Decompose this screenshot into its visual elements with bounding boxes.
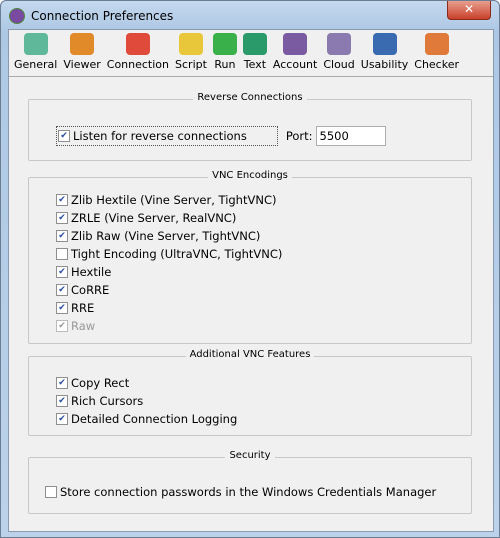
reverse-connections-group: Reverse Connections ✔ Listen for reverse… (28, 92, 472, 161)
toolbar-account[interactable]: Account (270, 30, 320, 76)
play-gear-icon (212, 33, 237, 55)
checkbox-label: Hextile (71, 265, 112, 279)
checkbox-box: ✔ (56, 266, 68, 278)
toolbar: General Viewer Connection Script Run Text Acco… (9, 30, 493, 77)
group-title: VNC Encodings (208, 170, 292, 181)
glasses-icon (70, 33, 95, 55)
checkbox-box: ✔ (56, 212, 68, 224)
checkbox-label: Detailed Connection Logging (71, 412, 238, 426)
toolbar-checker[interactable]: Checker (411, 30, 462, 76)
pencil-gear-icon (178, 33, 203, 55)
preferences-panel: General Viewer Connection Script Run Text Acco… (8, 29, 494, 532)
checkbox-box (45, 486, 57, 498)
user-gear-icon (283, 33, 308, 55)
checkbox-box: ✔ (56, 413, 68, 425)
window: Connection Preferences ✕ General Viewer Co… (0, 0, 500, 538)
checkbox-copy-rect[interactable]: ✔ Copy Rect (56, 374, 237, 392)
port-label: Port: (285, 129, 313, 143)
checkbox-label: Raw (71, 319, 96, 333)
toolbar-text[interactable]: Text (240, 30, 270, 76)
checkbox-box: ✔ (56, 395, 68, 407)
toolbox-icon (23, 33, 48, 55)
toolbar-label: Viewer (63, 58, 101, 71)
port-input[interactable] (315, 126, 386, 146)
checkbox-box: ✔ (58, 130, 70, 142)
chart-magnifier-icon (424, 33, 449, 55)
checkbox-corre[interactable]: ✔ CoRRE (56, 281, 282, 299)
checkbox-tight-encoding-ultravnc-tightvnc[interactable]: Tight Encoding (UltraVNC, TightVNC) (56, 245, 282, 263)
toolbar-label: Cloud (323, 58, 355, 71)
checkbox-detailed-connection-logging[interactable]: ✔ Detailed Connection Logging (56, 410, 237, 428)
checkbox-label: Rich Cursors (71, 394, 144, 408)
checkbox-label: ZRLE (Vine Server, RealVNC) (71, 211, 237, 225)
checkbox-label: Tight Encoding (UltraVNC, TightVNC) (71, 247, 283, 261)
checkbox-zrle-vine-server-realvnc[interactable]: ✔ ZRLE (Vine Server, RealVNC) (56, 209, 282, 227)
toolbar-label: General (14, 58, 58, 71)
title-bar: Connection Preferences (9, 7, 173, 25)
toolbar-cloud[interactable]: Cloud (320, 30, 357, 76)
toolbar-label: Run (214, 58, 236, 71)
checkbox-rre[interactable]: ✔ RRE (56, 299, 282, 317)
toolbar-label: Text (243, 58, 267, 71)
close-button[interactable]: ✕ (447, 1, 491, 20)
checkbox-rich-cursors[interactable]: ✔ Rich Cursors (56, 392, 237, 410)
checkbox-hextile[interactable]: ✔ Hextile (56, 263, 282, 281)
checkbox-box: ✔ (56, 320, 68, 332)
toolbar-general[interactable]: General (11, 30, 60, 76)
additional-features-group: Additional VNC Features ✔ Copy Rect ✔ Rich … (28, 349, 472, 436)
cloud-icon (327, 33, 352, 55)
checkbox-raw: ✔ Raw (56, 317, 282, 335)
toolbar-usability[interactable]: Usability (358, 30, 412, 76)
listen-reverse-checkbox[interactable]: ✔ Listen for reverse connections (56, 126, 278, 146)
checkbox-label: RRE (71, 301, 95, 315)
window-title: Connection Preferences (31, 9, 174, 23)
vnc-encodings-group: VNC Encodings ✔ Zlib Hextile (Vine Server… (28, 170, 472, 344)
checkbox-box: ✔ (56, 194, 68, 206)
checkbox-label: Copy Rect (71, 376, 130, 390)
toolbar-run[interactable]: Run (210, 30, 240, 76)
checkbox-box: ✔ (56, 230, 68, 242)
toolbar-viewer[interactable]: Viewer (60, 30, 103, 76)
toolbar-label: Account (272, 58, 318, 71)
chain-link-icon (125, 33, 150, 55)
checkbox-label: Zlib Hextile (Vine Server, TightVNC) (71, 193, 277, 207)
checkbox-label: Store connection passwords in the Window… (60, 485, 437, 499)
toolbar-connection[interactable]: Connection (104, 30, 172, 76)
magnifier-text-icon (242, 33, 267, 55)
checkbox-label: Zlib Raw (Vine Server, TightVNC) (71, 229, 261, 243)
app-icon (9, 8, 25, 24)
checkbox-zlib-raw-vine-server-tightvnc[interactable]: ✔ Zlib Raw (Vine Server, TightVNC) (56, 227, 282, 245)
security-group: Security Store connection passwords in t… (28, 450, 472, 514)
eye-icon (372, 33, 397, 55)
group-title: Security (225, 450, 275, 461)
toolbar-label: Script (175, 58, 207, 71)
toolbar-script[interactable]: Script (172, 30, 210, 76)
checkbox-box (56, 248, 68, 260)
checkbox-zlib-hextile-vine-server-tightvnc[interactable]: ✔ Zlib Hextile (Vine Server, TightVNC) (56, 191, 282, 209)
checkbox-label: CoRRE (71, 283, 110, 297)
checkbox-box: ✔ (56, 377, 68, 389)
checkbox-label: Listen for reverse connections (73, 129, 247, 143)
toolbar-label: Connection (106, 58, 170, 71)
checkbox-box: ✔ (56, 302, 68, 314)
toolbar-label: Usability (360, 58, 409, 71)
checkbox-store-connection-passwords-in-the-windows-credentials-manager[interactable]: Store connection passwords in the Window… (45, 483, 436, 501)
group-title: Additional VNC Features (185, 349, 315, 360)
toolbar-label: Checker (414, 58, 460, 71)
group-title: Reverse Connections (193, 92, 307, 103)
checkbox-box: ✔ (56, 284, 68, 296)
